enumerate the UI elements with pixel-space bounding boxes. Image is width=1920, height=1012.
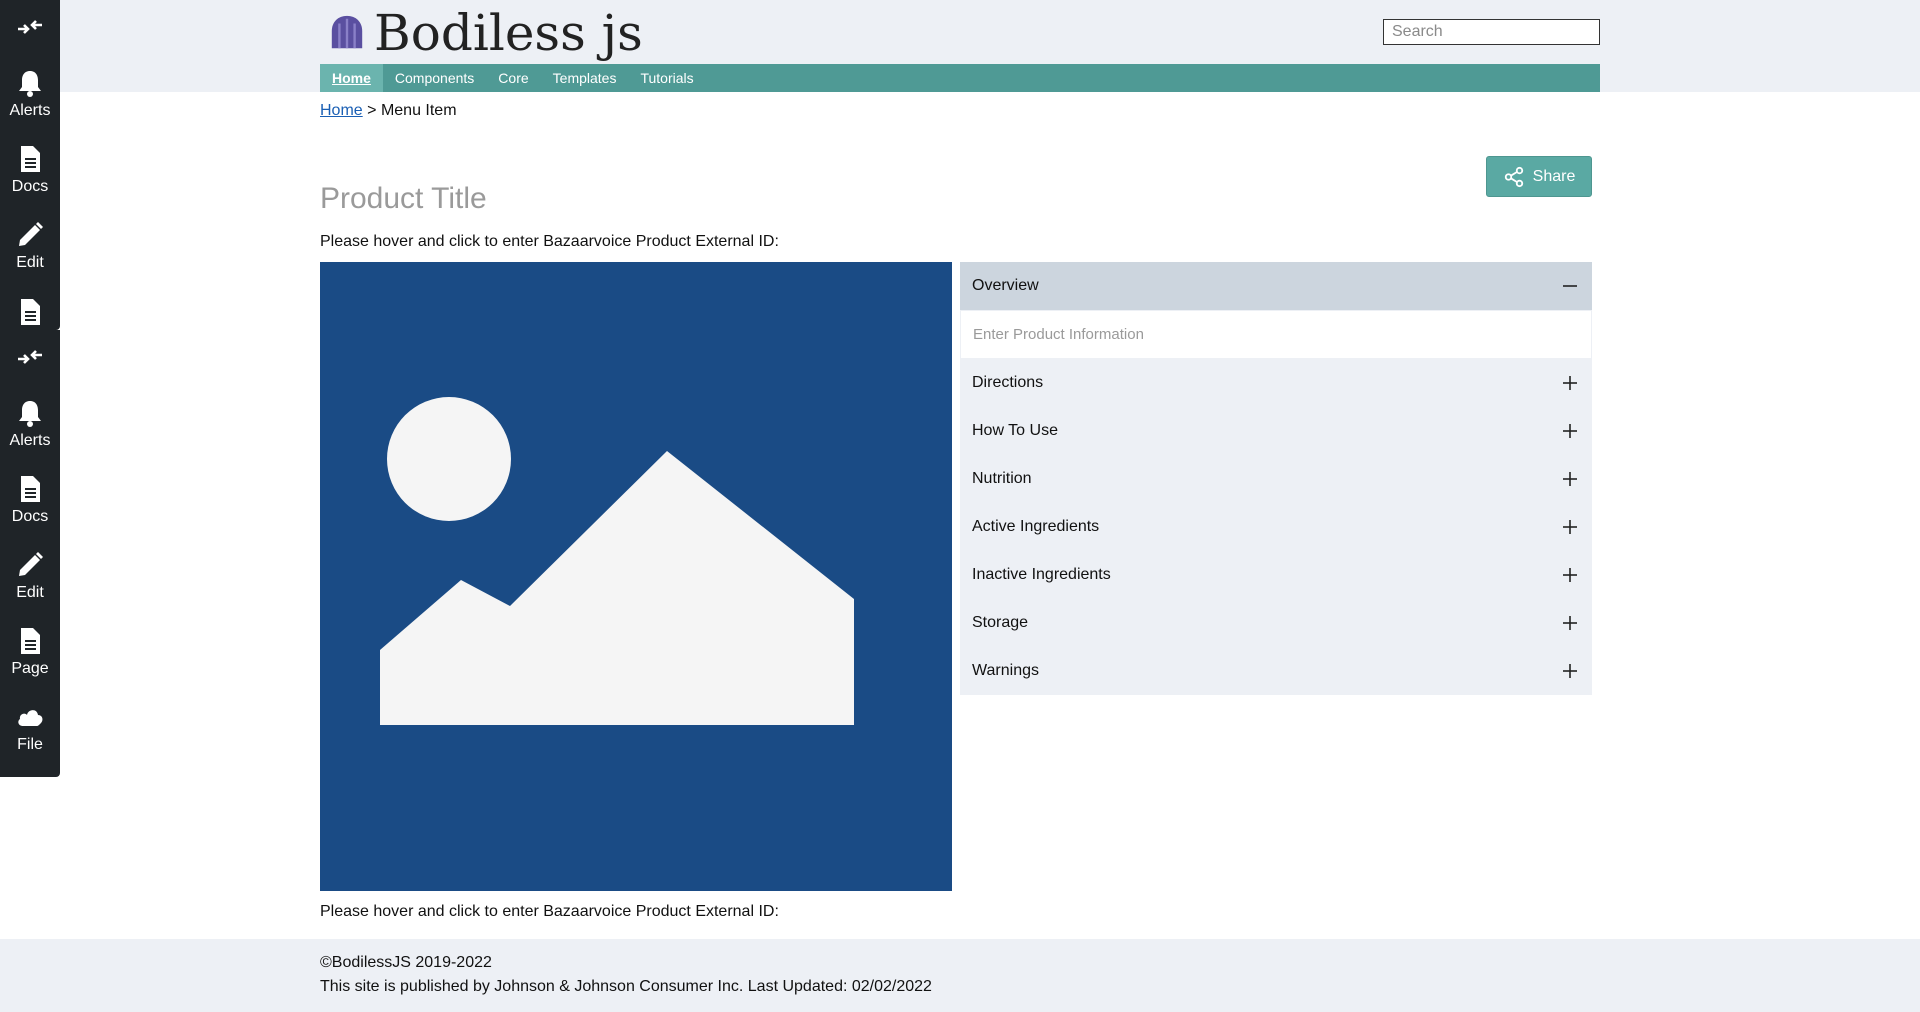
bazaarvoice-id-prompt[interactable]: Please hover and click to enter Bazaarvo… — [320, 233, 779, 251]
accordion-title: Nutrition — [972, 470, 1032, 487]
nav-item-core[interactable]: Core — [486, 64, 540, 92]
header-inner: Bodiless js Home Components Core Templat… — [320, 0, 1607, 92]
edit-toolbar-secondary: Alerts Docs Edit Page File — [0, 330, 60, 777]
toolbar-collapse-button[interactable] — [0, 0, 60, 56]
toolbar-page-button[interactable]: Page — [0, 614, 60, 690]
share-button[interactable]: Share — [1486, 156, 1592, 197]
footer-published: This site is published by Johnson & John… — [320, 978, 932, 995]
toolbar-label: Docs — [11, 178, 49, 195]
document-icon — [21, 299, 40, 325]
toolbar-label: Alerts — [9, 432, 51, 449]
accordion-directions-header[interactable]: Directions — [960, 359, 1592, 407]
accordion-title: How To Use — [972, 422, 1058, 439]
accordion-overview-header[interactable]: Overview — [960, 262, 1592, 310]
accordion-title: Directions — [972, 374, 1044, 391]
accordion-overview-body[interactable]: Enter Product Information — [960, 310, 1592, 359]
toolbar-docs-button[interactable]: Docs — [0, 462, 60, 538]
accordion-active-ingredients-header[interactable]: Active Ingredients — [960, 503, 1592, 551]
plus-icon — [1563, 568, 1577, 582]
pencil-icon — [19, 552, 43, 576]
collapse-arrows-icon — [18, 20, 42, 34]
minus-icon — [1563, 285, 1577, 287]
toolbar-edit-button[interactable]: Edit — [0, 538, 60, 614]
breadcrumb-separator: > — [367, 102, 377, 119]
toolbar-edit-button[interactable]: Edit — [0, 208, 60, 284]
breadcrumb: Home > Menu Item — [320, 102, 457, 120]
edit-toolbar-primary: Alerts Docs Edit — [0, 0, 60, 330]
product-title[interactable]: Product Title — [320, 182, 487, 216]
toolbar-label: Docs — [11, 508, 49, 525]
toolbar-label: Alerts — [9, 102, 51, 119]
nav-item-templates[interactable]: Templates — [541, 64, 629, 92]
accordion-title: Warnings — [972, 662, 1039, 679]
toolbar-file-button[interactable]: File — [0, 690, 60, 766]
accordion-title: Active Ingredients — [972, 518, 1100, 535]
collapse-arrows-icon — [18, 350, 42, 364]
toolbar-label: Page — [11, 660, 49, 677]
plus-icon — [1563, 376, 1577, 390]
accordion-nutrition-header[interactable]: Nutrition — [960, 455, 1592, 503]
bell-icon — [19, 401, 41, 427]
logo-text: Bodiless js — [374, 4, 643, 62]
document-icon — [21, 476, 40, 502]
share-label: Share — [1532, 167, 1576, 185]
site-logo[interactable]: Bodiless js — [328, 4, 643, 62]
pencil-icon — [19, 222, 43, 246]
main-nav: Home Components Core Templates Tutorials — [320, 64, 1600, 92]
accordion-title: Overview — [972, 277, 1039, 294]
accordion-storage-header[interactable]: Storage — [960, 599, 1592, 647]
breadcrumb-current: Menu Item — [380, 102, 457, 119]
accordion-inactive-ingredients-header[interactable]: Inactive Ingredients — [960, 551, 1592, 599]
nav-item-components[interactable]: Components — [383, 64, 486, 92]
toolbar-label: Edit — [16, 254, 44, 271]
plus-icon — [1563, 520, 1577, 534]
footer-copyright: ©BodilessJS 2019-2022 — [320, 954, 492, 971]
product-accordion: Overview Enter Product Information Direc… — [960, 262, 1592, 695]
document-icon — [21, 146, 40, 172]
footer: ©BodilessJS 2019-2022 This site is publi… — [0, 939, 1920, 1012]
plus-icon — [1563, 616, 1577, 630]
document-icon — [21, 628, 40, 654]
share-icon — [1504, 166, 1523, 187]
toolbar-label: Edit — [16, 584, 44, 601]
search-input[interactable] — [1384, 20, 1607, 44]
accordion-how-to-use-header[interactable]: How To Use — [960, 407, 1592, 455]
toolbar-alerts-button[interactable]: Alerts — [0, 386, 60, 462]
breadcrumb-home-link[interactable]: Home — [320, 102, 363, 119]
nav-item-home[interactable]: Home — [320, 64, 383, 92]
image-placeholder-icon — [380, 397, 854, 725]
search-box — [1383, 19, 1607, 45]
plus-icon — [1563, 424, 1577, 438]
cloud-icon — [18, 710, 43, 726]
toolbar-docs-button[interactable]: Docs — [0, 132, 60, 208]
accordion-title: Inactive Ingredients — [972, 566, 1111, 583]
toolbar-label: File — [17, 736, 43, 753]
product-image[interactable] — [320, 262, 952, 891]
plus-icon — [1563, 664, 1577, 678]
accordion-title: Storage — [972, 614, 1029, 631]
toolbar-alerts-button[interactable]: Alerts — [0, 56, 60, 132]
bazaarvoice-id-prompt[interactable]: Please hover and click to enter Bazaarvo… — [320, 903, 779, 921]
nav-item-tutorials[interactable]: Tutorials — [628, 64, 705, 92]
accordion-warnings-header[interactable]: Warnings — [960, 647, 1592, 695]
logo-icon — [331, 15, 363, 49]
toolbar-collapse-button[interactable] — [0, 330, 60, 386]
bell-icon — [19, 71, 41, 97]
header: Bodiless js Home Components Core Templat… — [0, 0, 1920, 92]
plus-icon — [1563, 472, 1577, 486]
